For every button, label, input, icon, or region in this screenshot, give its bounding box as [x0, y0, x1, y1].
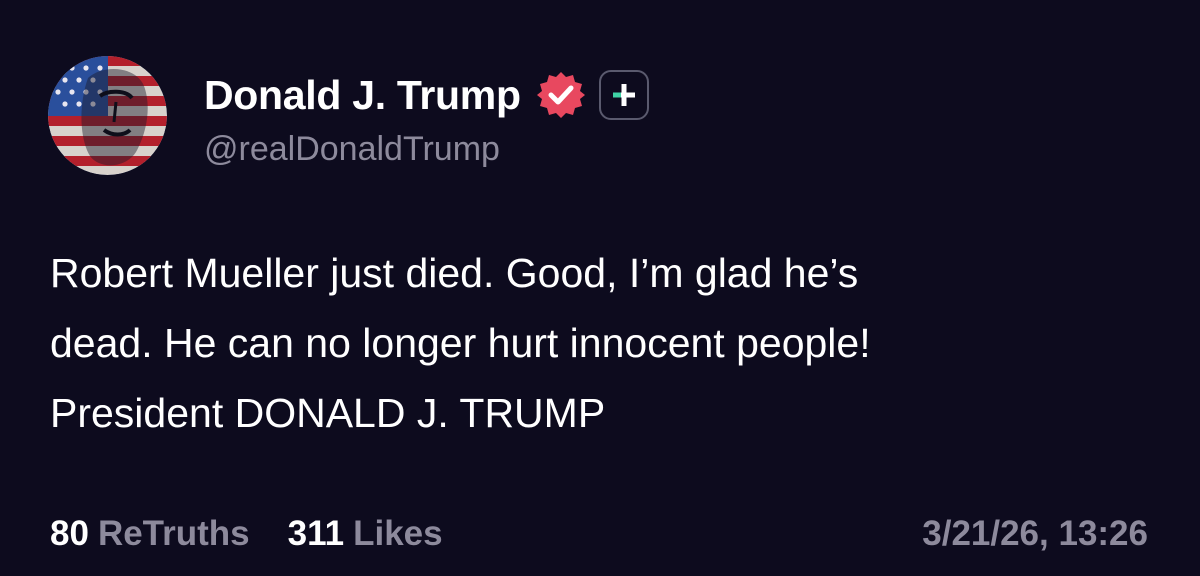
post-body-line: President DONALD J. TRUMP [50, 390, 606, 436]
post-body-text: Robert Mueller just died. Good, I’m glad… [50, 238, 1160, 448]
post-body-line: Robert Mueller just died. Good, I’m glad… [50, 250, 859, 296]
author-name-row: Donald J. Trump [204, 64, 649, 126]
flag-portrait-avatar-icon [48, 56, 167, 175]
post-timestamp[interactable]: 3/21/26, 13:26 [922, 514, 1148, 554]
post-stats: 80 ReTruths 311 Likes [50, 514, 443, 554]
author-handle[interactable]: @realDonaldTrump [204, 130, 500, 169]
retruths-stat[interactable]: 80 ReTruths [50, 514, 250, 554]
likes-stat[interactable]: 311 Likes [288, 514, 443, 554]
likes-count: 311 [287, 514, 345, 553]
post-body-line: dead. He can no longer hurt innocent peo… [50, 320, 871, 366]
verified-badge-icon [535, 69, 587, 121]
truth-post: Donald J. Trump @realDonaldTrump Robert … [0, 0, 1200, 576]
likes-label: Likes [353, 514, 443, 553]
plus-badge-icon[interactable] [598, 70, 649, 120]
author-display-name[interactable]: Donald J. Trump [204, 72, 521, 119]
retruths-label: ReTruths [97, 514, 250, 553]
retruths-count: 80 [50, 514, 89, 553]
author-avatar[interactable] [48, 56, 167, 175]
